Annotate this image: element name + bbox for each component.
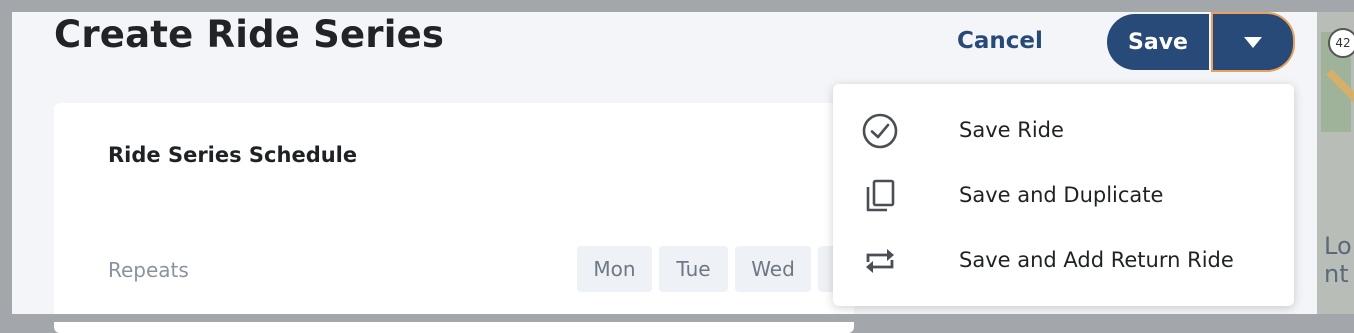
create-ride-series-page: Create Ride Series Cancel Save Ride Seri… [12, 12, 1317, 333]
map-label-line: nt [1324, 260, 1349, 288]
save-button[interactable]: Save [1107, 14, 1209, 70]
repeats-label: Repeats [108, 258, 189, 282]
menu-item-save-and-duplicate[interactable]: Save and Duplicate [833, 163, 1294, 227]
card-title: Ride Series Schedule [108, 143, 358, 167]
save-split-button: Save [1107, 12, 1295, 72]
cancel-button[interactable]: Cancel [957, 28, 1043, 54]
ride-series-schedule-card: Ride Series Schedule Repeats Mon Tue Wed [54, 103, 854, 333]
map-place-label: Lo nt [1324, 232, 1352, 288]
route-shield-icon: 42 [1328, 28, 1354, 58]
menu-item-save-ride[interactable]: Save Ride [833, 98, 1294, 162]
map-panel[interactable]: 42 Lo nt [1317, 12, 1354, 314]
duplicate-icon [866, 179, 895, 212]
save-options-toggle[interactable] [1211, 12, 1295, 72]
repeat-arrows-icon [866, 249, 894, 273]
menu-item-label: Save and Duplicate [959, 183, 1164, 207]
caret-down-icon [1244, 36, 1262, 48]
check-circle-icon [862, 113, 898, 149]
page-title: Create Ride Series [54, 13, 445, 56]
save-options-menu: Save Ride Save and Duplicate Save and Ad… [833, 84, 1294, 306]
day-toggle-wed[interactable]: Wed [735, 246, 811, 292]
menu-item-label: Save Ride [959, 118, 1064, 142]
window-frame-bottom [0, 314, 1354, 322]
menu-item-save-and-add-return-ride[interactable]: Save and Add Return Ride [833, 228, 1294, 292]
day-toggle-mon[interactable]: Mon [577, 246, 652, 292]
day-toggle-tue[interactable]: Tue [659, 246, 728, 292]
window-frame-left [0, 0, 12, 322]
menu-item-label: Save and Add Return Ride [959, 248, 1234, 272]
map-label-line: Lo [1324, 232, 1352, 260]
